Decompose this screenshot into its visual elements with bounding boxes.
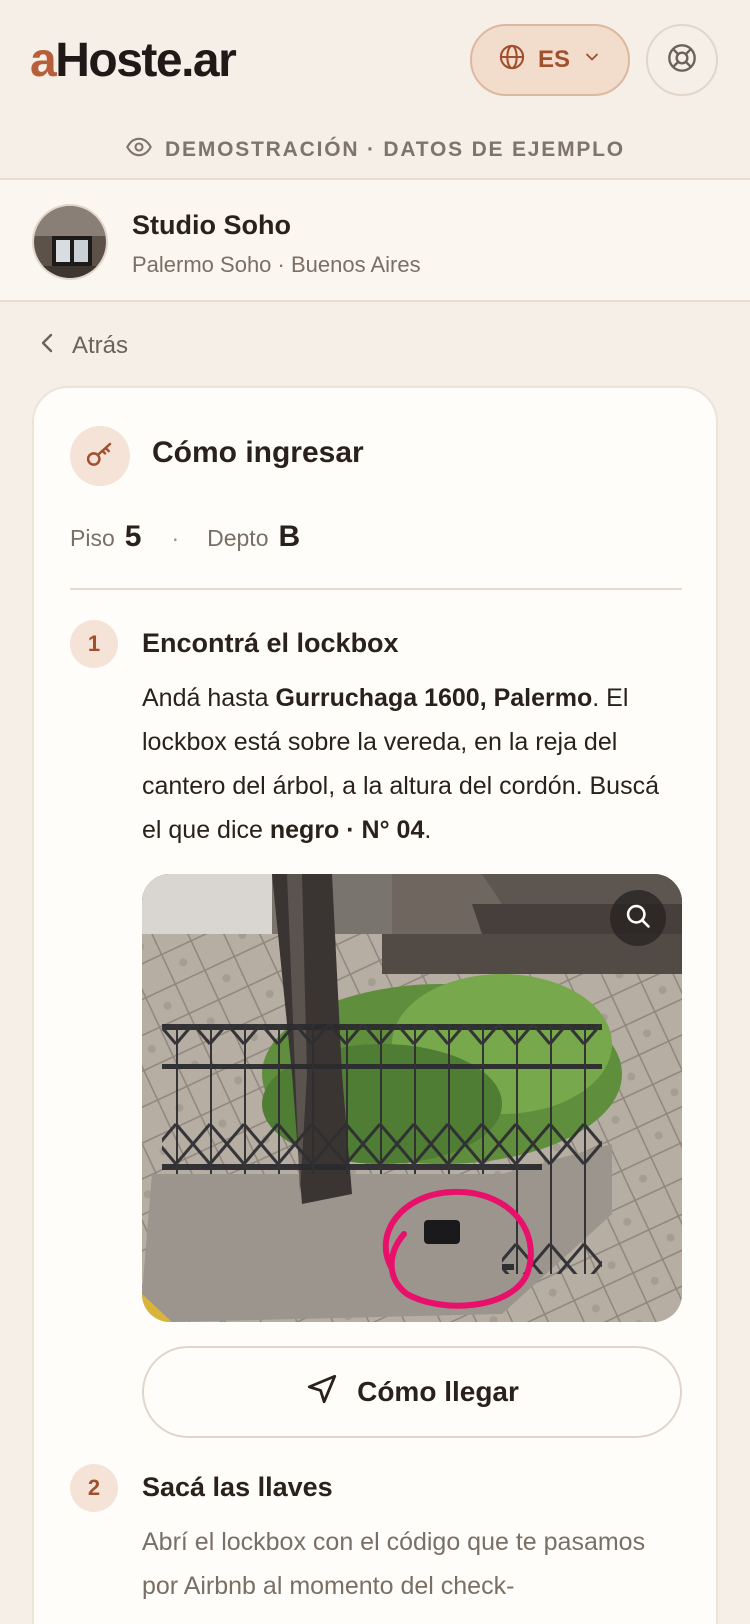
back-label: Atrás bbox=[72, 332, 129, 359]
demo-text: DEMOSTRACIÓN · DATOS DE EJEMPLO bbox=[165, 138, 625, 161]
step-body-1-lockbox-id: negro · N° 04 bbox=[269, 816, 425, 844]
navigation-arrow-icon bbox=[305, 1372, 339, 1413]
step-body-1-text-a: Andá hasta bbox=[142, 684, 276, 712]
access-instructions-card: Cómo ingresar Piso 5 · Depto B 1 Encontr… bbox=[32, 386, 718, 1624]
divider bbox=[70, 588, 682, 590]
key-icon-badge bbox=[70, 426, 130, 486]
step-title-1: Encontrá el lockbox bbox=[142, 628, 399, 658]
property-bar: Studio Soho Palermo Soho · Buenos Aires bbox=[0, 178, 750, 302]
app-header: a Hoste.ar ES bbox=[0, 0, 750, 120]
property-name: Studio Soho bbox=[132, 210, 291, 240]
language-label: ES bbox=[537, 46, 570, 73]
step-body-1-address: Gurruchaga 1600, Palermo bbox=[275, 684, 593, 712]
directions-button[interactable]: Cómo llegar bbox=[142, 1346, 682, 1438]
demo-banner: DEMOSTRACIÓN · DATOS DE EJEMPLO bbox=[0, 124, 750, 176]
chevron-down-icon bbox=[582, 46, 602, 74]
property-location: Palermo Soho · Buenos Aires bbox=[132, 252, 421, 277]
key-icon bbox=[85, 439, 115, 474]
logo-text: Hoste.ar bbox=[55, 33, 237, 87]
unit-label: Depto bbox=[207, 525, 269, 551]
step-body-1-text-c: . bbox=[424, 816, 432, 844]
lifebuoy-icon bbox=[666, 42, 698, 79]
chevron-left-icon bbox=[38, 331, 58, 362]
floor-label: Piso bbox=[70, 525, 115, 551]
directions-label: Cómo llegar bbox=[357, 1376, 519, 1407]
step-body-1: Andá hasta Gurruchaga 1600, Palermo. El … bbox=[142, 676, 682, 852]
lockbox-photo-illustration bbox=[142, 874, 682, 1322]
floor-unit-row: Piso 5 · Depto B bbox=[70, 520, 300, 560]
lockbox-photo[interactable] bbox=[142, 874, 682, 1322]
zoom-photo-button[interactable] bbox=[610, 890, 666, 946]
card-title: Cómo ingresar bbox=[152, 436, 364, 469]
search-icon bbox=[624, 902, 652, 935]
eye-icon bbox=[125, 133, 153, 167]
step-number-2: 2 bbox=[70, 1464, 118, 1512]
back-link[interactable]: Atrás bbox=[38, 328, 128, 364]
logo-accent: a bbox=[30, 33, 57, 87]
floor-value: 5 bbox=[124, 520, 142, 553]
language-selector[interactable]: ES bbox=[470, 24, 630, 96]
help-button[interactable] bbox=[646, 24, 718, 96]
separator-dot: · bbox=[171, 525, 180, 551]
unit-value: B bbox=[278, 520, 301, 553]
globe-icon bbox=[498, 43, 526, 78]
brand-logo[interactable]: a Hoste.ar bbox=[30, 30, 237, 90]
step-title-2: Sacá las llaves bbox=[142, 1472, 333, 1502]
step-number-1: 1 bbox=[70, 620, 118, 668]
property-avatar bbox=[32, 204, 108, 280]
step-body-2: Abrí el lockbox con el código que te pas… bbox=[142, 1528, 646, 1600]
